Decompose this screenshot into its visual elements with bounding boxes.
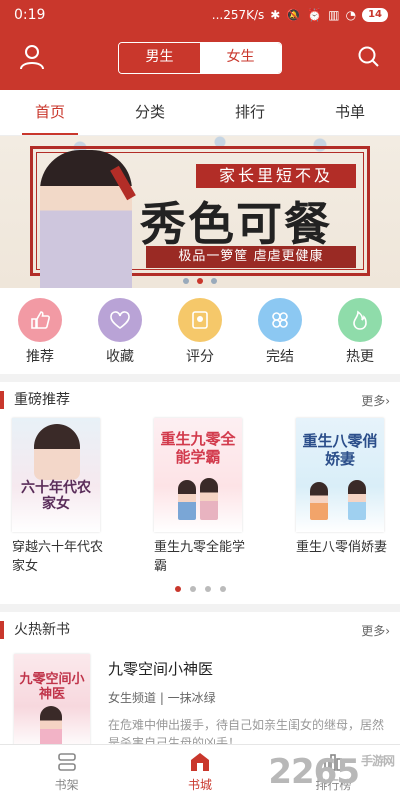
banner-tagline: 家长里短不及 — [196, 164, 356, 188]
nav-bookshelf[interactable]: 书架 — [0, 745, 133, 800]
watermark-text: 2265 — [268, 752, 360, 792]
main-tabs: 首页 分类 排行 书单 — [0, 90, 400, 136]
category-hot-update[interactable]: 热更 — [328, 298, 392, 365]
book-cover: 六十年代农家女 — [12, 418, 100, 532]
category-shortcuts: 推荐 收藏 评分 完结 热更 — [0, 288, 400, 374]
cover-title: 重生八零俏娇妻 — [302, 432, 378, 468]
bluetooth-icon: ✱ — [270, 8, 281, 22]
category-label: 评分 — [186, 349, 214, 365]
status-bar: 0:19 ...257K/s ✱ 🔕 ⏰ ▥ ◔ 14 — [0, 0, 400, 30]
section-divider — [0, 374, 400, 382]
nav-label: 书架 — [54, 778, 79, 792]
flame-icon — [338, 298, 382, 342]
banner-title: 秀色可餐 — [140, 197, 332, 251]
featured-more-link[interactable]: 更多› — [361, 392, 390, 409]
new-books-header: 火热新书 更多› — [0, 612, 400, 648]
tab-home[interactable]: 首页 — [0, 90, 100, 135]
book-name: 重生九零全能学霸 — [154, 540, 246, 574]
new-book-item[interactable]: 九零空间小神医 九零空间小神医 女生频道 | 一抹冰绿 在危难中伸出援手，待自己… — [0, 648, 400, 752]
app-page: 0:19 ...257K/s ✱ 🔕 ⏰ ▥ ◔ 14 男生 女生 首页 分类 … — [0, 0, 400, 800]
tab-ranking[interactable]: 排行 — [200, 90, 300, 135]
book-card[interactable]: 重生八零俏娇妻 重生八零俏娇妻 — [296, 418, 388, 582]
banner-dot[interactable] — [211, 278, 217, 284]
banner-dot-active[interactable] — [197, 278, 203, 284]
cover-title: 六十年代农家女 — [21, 480, 91, 512]
clover-icon — [258, 298, 302, 342]
category-label: 热更 — [346, 349, 374, 365]
sim-icon: ▥ — [328, 8, 340, 22]
featured-title: 重磅推荐 — [0, 391, 70, 409]
nav-bookstore[interactable]: 书城 — [133, 745, 266, 800]
cover-title: 重生九零全能学霸 — [160, 430, 236, 466]
gender-male-button[interactable]: 男生 — [119, 43, 200, 73]
pager-dot[interactable] — [189, 586, 196, 592]
book-cover: 重生九零全能学霸 — [154, 418, 242, 532]
status-time: 0:19 — [14, 7, 46, 23]
book-name: 穿越六十年代农家女 — [12, 540, 104, 574]
new-book-title: 九零空间小神医 — [108, 660, 214, 678]
app-header: 男生 女生 — [0, 30, 400, 90]
book-name: 重生八零俏娇妻 — [296, 540, 388, 555]
network-speed: ...257K/s — [211, 8, 265, 22]
gender-female-button[interactable]: 女生 — [200, 43, 281, 73]
battery-icon: 14 — [362, 8, 388, 22]
mute-icon: 🔕 — [286, 8, 302, 22]
pager-dot-active[interactable] — [174, 586, 181, 592]
pager-dot[interactable] — [219, 586, 226, 592]
new-book-info: 九零空间小神医 女生频道 | 一抹冰绿 在危难中伸出援手，待自己如亲生闺女的继母… — [108, 654, 386, 752]
featured-pager — [0, 582, 400, 596]
new-book-meta: 女生频道 | 一抹冰绿 — [108, 691, 216, 705]
badge-icon — [178, 298, 222, 342]
category-label: 收藏 — [106, 349, 134, 365]
store-icon — [190, 753, 209, 771]
book-card[interactable]: 六十年代农家女 穿越六十年代农家女 — [12, 418, 104, 582]
wifi-icon: ◔ — [345, 8, 357, 22]
gender-switch: 男生 女生 — [118, 42, 282, 74]
watermark-suffix: 手游网 — [360, 754, 395, 768]
pager-dot[interactable] — [204, 586, 211, 592]
bookshelf-icon — [57, 753, 76, 771]
nav-label: 书城 — [187, 778, 212, 792]
section-divider — [0, 604, 400, 612]
book-cover: 重生八零俏娇妻 — [296, 418, 384, 532]
featured-header: 重磅推荐 更多› — [0, 382, 400, 418]
banner-pager — [0, 278, 400, 284]
banner-slogan: 极品一箩筐 虐虐更健康 — [146, 246, 356, 268]
banner-dot[interactable] — [183, 278, 189, 284]
search-icon[interactable] — [356, 44, 382, 70]
promo-banner[interactable]: 家长里短不及 秀色可餐 极品一箩筐 虐虐更健康 — [0, 136, 400, 288]
user-icon[interactable] — [18, 43, 46, 71]
tab-booklist[interactable]: 书单 — [300, 90, 400, 135]
thumbs-up-icon — [18, 298, 62, 342]
status-icons: ...257K/s ✱ 🔕 ⏰ ▥ ◔ 14 — [212, 8, 388, 22]
site-watermark: 2265 手游网 — [268, 752, 395, 792]
category-recommend[interactable]: 推荐 — [8, 298, 72, 365]
category-completed[interactable]: 完结 — [248, 298, 312, 365]
category-label: 推荐 — [26, 349, 54, 365]
category-rating[interactable]: 评分 — [168, 298, 232, 365]
book-card[interactable]: 重生九零全能学霸 重生九零全能学霸 — [154, 418, 246, 582]
category-favorite[interactable]: 收藏 — [88, 298, 152, 365]
alarm-icon: ⏰ — [307, 8, 323, 22]
new-books-more-link[interactable]: 更多› — [361, 622, 390, 639]
top-bar: 0:19 ...257K/s ✱ 🔕 ⏰ ▥ ◔ 14 男生 女生 — [0, 0, 400, 90]
category-label: 完结 — [266, 349, 294, 365]
featured-books: 六十年代农家女 穿越六十年代农家女 重生九零全能学霸 重生九零全能学霸 重生八零… — [0, 418, 400, 582]
new-books-title: 火热新书 — [0, 621, 70, 639]
tab-category[interactable]: 分类 — [100, 90, 200, 135]
cover-title: 九零空间小神医 — [19, 672, 85, 702]
bottom-nav: 书架 书城 排行榜 2265 手游网 — [0, 744, 400, 800]
heart-icon — [98, 298, 142, 342]
book-cover: 九零空间小神医 — [14, 654, 90, 750]
